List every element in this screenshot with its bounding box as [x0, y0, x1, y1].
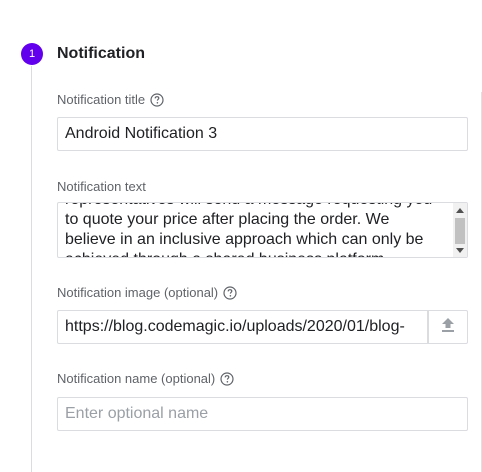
- notification-composer: 1 Notification Notification title Androi…: [0, 0, 482, 472]
- step-number-badge: 1: [21, 43, 43, 65]
- notification-text-line: achieved through a shared business platf…: [65, 250, 453, 257]
- notification-title-input[interactable]: Android Notification 3: [57, 117, 468, 151]
- help-circle-icon[interactable]: [220, 372, 234, 386]
- upload-icon: [440, 316, 456, 339]
- notification-name-label: Notification name (optional): [57, 371, 234, 387]
- notification-name-label-text: Notification name (optional): [57, 371, 216, 386]
- notification-image-label-text: Notification image (optional): [57, 285, 219, 300]
- notification-text-label: Notification text: [57, 179, 146, 195]
- textarea-scrollbar[interactable]: [453, 203, 467, 257]
- help-circle-icon[interactable]: [150, 93, 164, 107]
- notification-text-line: believe in an inclusive approach which c…: [65, 231, 424, 248]
- scroll-down-arrow-icon[interactable]: [456, 248, 464, 253]
- help-circle-icon[interactable]: [223, 286, 237, 300]
- scroll-up-arrow-icon[interactable]: [456, 208, 464, 213]
- notification-title-label-text: Notification title: [57, 92, 146, 107]
- notification-text-line: representatives will send a message requ…: [65, 203, 453, 210]
- scrollbar-thumb[interactable]: [455, 218, 465, 244]
- notification-text-label-text: Notification text: [57, 179, 146, 194]
- step-connector-line: [31, 66, 32, 472]
- upload-image-button[interactable]: [428, 310, 468, 344]
- notification-text-input[interactable]: representatives will send a message requ…: [57, 202, 468, 258]
- notification-image-label: Notification image (optional): [57, 285, 237, 301]
- notification-title-label: Notification title: [57, 92, 164, 108]
- notification-text-line: to quote your price after placing the or…: [65, 211, 390, 228]
- notification-name-input[interactable]: Enter optional name: [57, 397, 468, 431]
- notification-image-input[interactable]: https://blog.codemagic.io/uploads/2020/0…: [57, 310, 428, 344]
- notification-text-content: representatives will send a message requ…: [65, 203, 453, 257]
- step-title[interactable]: Notification: [57, 44, 145, 64]
